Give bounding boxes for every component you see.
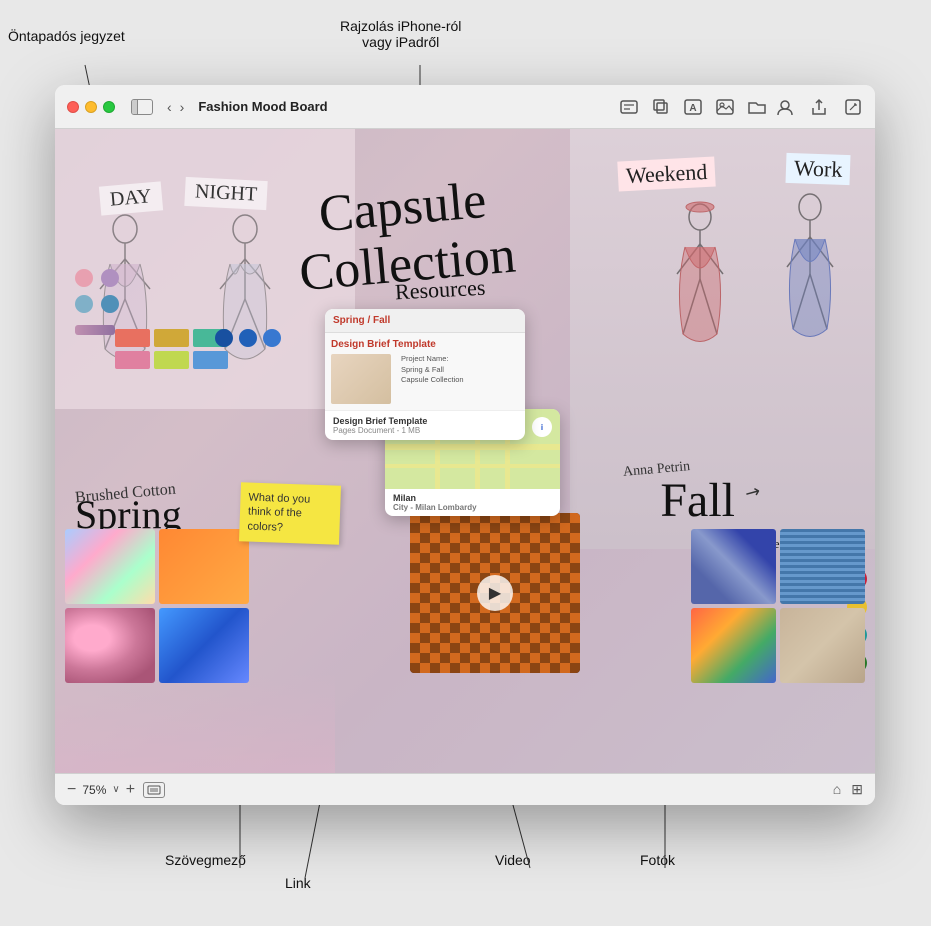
photo-grid-right [691,529,865,683]
design-brief-card[interactable]: Spring / Fall Design Brief Template Proj… [325,309,525,440]
back-button[interactable]: ‹ [165,99,174,115]
weekend-label: Weekend [617,156,716,191]
share-button[interactable] [809,99,829,115]
fashion-figure-weekend [665,199,735,419]
zoom-value[interactable]: 75% [82,783,106,797]
folder-tool-button[interactable] [747,99,767,115]
design-brief-title: Design Brief Template [331,339,519,350]
maximize-button[interactable] [103,101,115,113]
drawing-annotation: Rajzolás iPhone-rólvagy iPadről [340,18,461,50]
photo-blues-beads [159,608,249,683]
photo-colorful-fabric [691,608,776,683]
statusbar: − 75% ∨ + ⌂ ⊞ [55,773,875,805]
forward-button[interactable]: › [178,99,187,115]
photo-orange [159,529,249,604]
main-window: ‹ › Fashion Mood Board A [55,85,875,805]
sticky-note-annotation: Öntapadós jegyzet [8,28,125,44]
collaborators-button[interactable] [775,99,795,115]
zoom-in-button[interactable]: + [126,781,135,799]
color-swatches-left [75,269,119,335]
design-brief-footer: Design Brief Template Pages Document - 1… [325,411,525,440]
photo-fabric-blue [780,529,865,604]
image-tool-button[interactable] [715,99,735,115]
edit-button[interactable] [843,99,863,115]
blue-beads [215,329,281,347]
zoom-fit-button[interactable] [143,782,165,798]
design-brief-header: Spring / Fall [325,309,525,333]
close-button[interactable] [67,101,79,113]
video-annotation: Video [495,852,531,868]
work-label: Work [785,153,850,185]
fashion-figure-work [775,189,845,419]
text-tool-button[interactable]: A [683,99,703,115]
duplicate-tool-button[interactable] [651,99,671,115]
fabric-color-swatches [115,329,228,369]
grid-icon[interactable]: ⊞ [851,781,863,798]
link-annotation: Link [285,875,311,891]
toolbar: A [619,99,767,115]
titlebar-right-controls [775,99,863,115]
sticky-note[interactable]: What do you think of the colors? [239,482,341,544]
window-title: Fashion Mood Board [198,99,611,114]
traffic-lights [67,101,115,113]
statusbar-right: ⌂ ⊞ [833,781,863,798]
svg-text:A: A [689,103,696,114]
night-label: NIGHT [184,177,268,210]
resources-handwritten-label: Resources [394,275,486,306]
note-tool-button[interactable] [619,99,639,115]
zoom-out-button[interactable]: − [67,781,76,799]
map-footer: Milan City - Milan Lombardy [385,489,560,516]
video-tile[interactable]: ▶ [410,513,580,673]
sidebar-toggle-button[interactable] [131,99,153,115]
design-brief-body: Project Name:Spring & FallCapsule Collec… [401,354,464,404]
design-brief-thumbnail [331,354,391,404]
photo-roses [65,608,155,683]
photo-beige-fabric [780,608,865,683]
titlebar: ‹ › Fashion Mood Board A [55,85,875,129]
navigation-buttons: ‹ › [165,99,186,115]
photo-holographic [65,529,155,604]
bottom-images-left [65,529,249,683]
video-play-button[interactable]: ▶ [477,575,513,611]
map-marker: i [532,417,552,437]
zoom-dropdown-button[interactable]: ∨ [112,784,119,795]
photos-annotation: Fotók [640,852,675,868]
home-icon[interactable]: ⌂ [833,781,841,798]
photo-zigzag [691,529,776,604]
text-field-annotation: Szövegmező [165,852,246,868]
canvas[interactable]: DAY NIGHT [55,129,875,773]
minimize-button[interactable] [85,101,97,113]
